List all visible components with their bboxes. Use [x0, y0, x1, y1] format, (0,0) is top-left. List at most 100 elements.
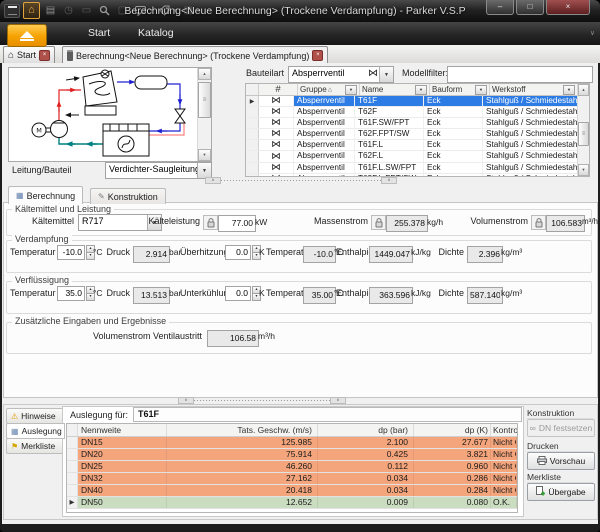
catalog-row[interactable]: ▶⋈AbsperrventilT61FEckStahlguß / Schmied…	[246, 96, 578, 107]
result-row[interactable]: DN4020.4180.0340.284Nicht O.K.	[67, 485, 517, 497]
column-header-dpbar[interactable]: dp (bar)	[318, 424, 414, 436]
column-header-werkstoff[interactable]: Werkstoff▼	[490, 84, 578, 95]
row-selector-cell	[246, 151, 259, 161]
maximize-button[interactable]: □	[516, 0, 544, 15]
temperatur2-label: Temperatur	[266, 245, 300, 259]
side-tab-hinweise[interactable]: ⚠ Hinweise	[6, 408, 64, 424]
cell-gruppe: Absperrventil	[294, 118, 355, 128]
dropdown-icon[interactable]: ▼	[197, 163, 211, 178]
scroll-down-icon[interactable]: ▼	[198, 149, 211, 161]
column-header-nennweite[interactable]: Nennweite	[78, 424, 167, 436]
cell-bauform: Eck	[424, 174, 483, 177]
close-button[interactable]: ×	[546, 0, 590, 15]
cycle-diagram-panel[interactable]: M ▲	[8, 67, 212, 162]
column-header-bauform[interactable]: Bauform▼	[430, 84, 490, 95]
cell-gruppe: Absperrventil	[294, 140, 355, 150]
vorschau-button[interactable]: Vorschau	[527, 452, 595, 470]
scrollbar-thumb[interactable]: ≡	[578, 122, 589, 146]
uebergabe-button[interactable]: Übergabe	[527, 483, 595, 501]
lock-icon[interactable]	[371, 215, 386, 230]
filter-icon[interactable]: ▼	[563, 85, 575, 95]
new-document-icon[interactable]: ▤	[43, 3, 58, 18]
column-header-dpk[interactable]: dp (K)	[414, 424, 491, 436]
cell-dp-k: 27.677	[414, 437, 491, 448]
lock-icon[interactable]	[203, 215, 218, 230]
cell-name: T62F.FPT/SW	[355, 129, 424, 139]
lock-icon[interactable]	[531, 215, 546, 230]
ueberhitzung-spinner[interactable]: 0.0 ▲▼	[225, 245, 261, 260]
diagram-vertical-scrollbar[interactable]: ▲ ≡ ▼	[197, 68, 211, 161]
scroll-up-icon[interactable]: ▲	[578, 84, 589, 96]
collapse-icon[interactable]: ∧	[381, 177, 397, 184]
verdampfung-temperatur-spinner[interactable]: -10.0 ▲▼	[57, 245, 95, 260]
doc-tab-start[interactable]: ⌂ Start ×	[3, 46, 55, 64]
result-row[interactable]: DN2546.2600.1120.960Nicht O.K.	[67, 461, 517, 473]
massenstrom-unit: kg/h	[427, 215, 443, 229]
column-header-hash[interactable]: #	[259, 84, 298, 95]
flag-icon: ⚑	[11, 442, 18, 451]
collapse-icon[interactable]: ∧	[205, 177, 221, 184]
catalog-row[interactable]: ⋈AbsperrventilT61F.L.SW/FPTEckStahlguß /…	[246, 163, 578, 174]
side-tab-merkliste[interactable]: ⚑ Merkliste	[6, 438, 64, 454]
tab-konstruktion[interactable]: ✎ Konstruktion	[90, 188, 166, 204]
ribbon-tab-start[interactable]: Start	[82, 22, 116, 45]
catalog-row[interactable]: ⋈AbsperrventilT62F.FPT/SWEckStahlguß / S…	[246, 129, 578, 140]
close-tab-icon[interactable]: ×	[39, 50, 50, 61]
column-header-gruppe[interactable]: Gruppe△▼	[298, 84, 360, 95]
minimize-button[interactable]: –	[486, 0, 514, 15]
ribbon-collapse-icon[interactable]: ∨	[590, 22, 595, 45]
search-icon[interactable]	[97, 3, 112, 18]
column-header-geschw[interactable]: Tats. Geschw. (m/s)	[167, 424, 318, 436]
column-header-name[interactable]: Name▼	[360, 84, 430, 95]
catalog-row[interactable]: ⋈AbsperrventilT62FEckStahlguß / Schmiede…	[246, 107, 578, 118]
refrigeration-cycle-diagram[interactable]: M	[9, 68, 196, 159]
app-window: ⌂ ▤ ◷ ▭ ▢ ▼ ▼ ▦ ∨ Berechnung<Neue Berech…	[0, 0, 600, 532]
folder-icon[interactable]: ▭	[79, 3, 94, 18]
dn-festsetzen-button[interactable]: ∞ DN festsetzen	[527, 419, 595, 437]
dichte-label: Dichte	[438, 286, 464, 300]
temperatur-value[interactable]: -10.0	[57, 245, 85, 260]
catalog-vertical-scrollbar[interactable]: ▲ ≡ ▼	[577, 84, 589, 176]
catalog-row[interactable]: ⋈AbsperrventilT62F.LEckStahlguß / Schmie…	[246, 151, 578, 162]
leitung-combobox[interactable]: Verdichter-Saugleitung ▼	[105, 162, 212, 179]
row-selector-cell: ▶	[67, 497, 78, 508]
unterkuehlung-label: Unterkühlung	[180, 286, 222, 300]
home-icon[interactable]: ⌂	[23, 2, 40, 19]
column-header-kontrolle[interactable]: Kontrolle	[491, 424, 518, 436]
horizontal-splitter[interactable]: ∧ ∧	[178, 397, 346, 404]
result-row[interactable]: DN15125.9852.10027.677Nicht O.K.	[67, 437, 517, 449]
application-menu-button[interactable]	[7, 24, 47, 47]
row-selector-cell: ▶	[246, 96, 259, 106]
scrollbar-thumb[interactable]: ≡	[198, 82, 211, 118]
app-logo-icon[interactable]	[4, 4, 20, 18]
grid-icon: ▦	[16, 191, 24, 200]
side-tab-auslegung[interactable]: ▦ Auslegung	[6, 423, 65, 439]
cell-kontrolle: Nicht O.K.	[491, 437, 517, 448]
druck-label: Druck	[106, 245, 130, 259]
result-row[interactable]: ▶DN5012.6520.0090.080O.K.	[67, 497, 517, 509]
scroll-down-icon[interactable]: ▼	[578, 164, 589, 176]
horizontal-splitter[interactable]: ∧ ∧	[205, 177, 397, 184]
history-icon[interactable]: ◷	[61, 3, 76, 18]
modellfilter-input[interactable]	[447, 66, 593, 83]
tab-berechnung[interactable]: ▦ Berechnung	[8, 186, 83, 204]
filter-icon[interactable]: ▼	[415, 85, 427, 95]
kaelteleistung-input[interactable]	[218, 215, 256, 232]
bauteilart-combobox[interactable]: Absperrventil ⋈ ▼	[288, 66, 394, 83]
collapse-icon[interactable]: ∧	[178, 397, 194, 404]
ribbon-tab-katalog[interactable]: Katalog	[132, 22, 180, 45]
result-row[interactable]: DN2075.9140.4253.821Nicht O.K.	[67, 449, 517, 461]
filter-icon[interactable]: ▼	[345, 85, 357, 95]
verfluessigung-temperatur-spinner[interactable]: 35.0 ▲▼	[57, 286, 95, 301]
result-row[interactable]: DN3227.1620.0340.286Nicht O.K.	[67, 473, 517, 485]
filter-icon[interactable]: ▼	[475, 85, 487, 95]
close-tab-icon[interactable]: ×	[312, 50, 323, 61]
dropdown-icon[interactable]: ▼	[379, 67, 393, 82]
catalog-row[interactable]: ⋈AbsperrventilT61F.SW/FPTEckStahlguß / S…	[246, 118, 578, 129]
cell-name: T61F.L.SW/FPT	[355, 163, 424, 173]
unterkuehlung-spinner[interactable]: 0.0 ▲▼	[225, 286, 261, 301]
auslegung-fuer-value: T61F	[133, 407, 522, 422]
collapse-icon[interactable]: ∧	[330, 397, 346, 404]
scroll-up-icon[interactable]: ▲	[198, 68, 211, 80]
catalog-row[interactable]: ⋈AbsperrventilT61F.LEckStahlguß / Schmie…	[246, 140, 578, 151]
